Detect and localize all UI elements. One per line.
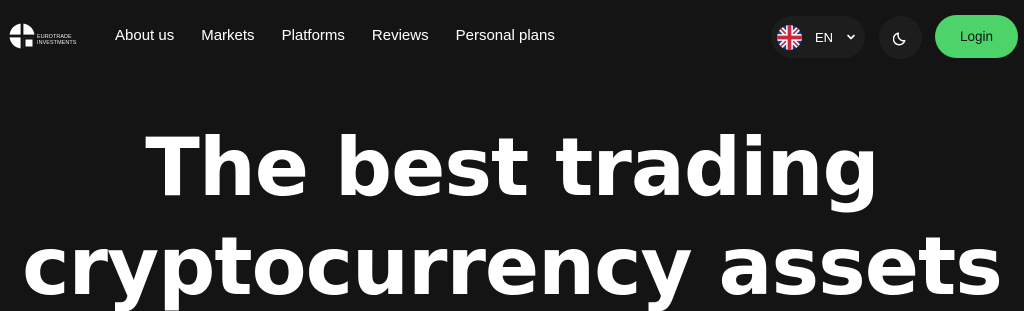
main-nav: About us Markets Platforms Reviews Perso…: [115, 27, 582, 45]
logo-line-2: INVESTMENTS: [37, 40, 77, 46]
nav-reviews[interactable]: Reviews: [372, 27, 429, 45]
theme-toggle-button[interactable]: [879, 16, 922, 59]
chevron-down-icon: [847, 34, 855, 40]
language-selector[interactable]: EN: [771, 16, 865, 58]
nav-about-us[interactable]: About us: [115, 27, 174, 45]
logo[interactable]: EUROTRADE INVESTMENTS: [9, 23, 83, 49]
eurotrade-logo-icon: [9, 23, 35, 49]
nav-personal-plans[interactable]: Personal plans: [456, 27, 555, 45]
logo-text: EUROTRADE INVESTMENTS: [37, 34, 83, 46]
language-code: EN: [815, 29, 834, 45]
moon-icon: [892, 32, 905, 45]
login-button[interactable]: Login: [935, 15, 1018, 58]
hero-line-1: The best trading: [145, 121, 879, 214]
nav-platforms[interactable]: Platforms: [282, 27, 345, 45]
hero-heading: The best trading cryptocurrency assets: [0, 118, 1024, 311]
uk-flag-icon: [777, 24, 802, 50]
hero-line-2: cryptocurrency assets: [22, 220, 1003, 311]
site-header: EUROTRADE INVESTMENTS About us Markets P…: [0, 0, 1024, 74]
nav-markets[interactable]: Markets: [201, 27, 254, 45]
